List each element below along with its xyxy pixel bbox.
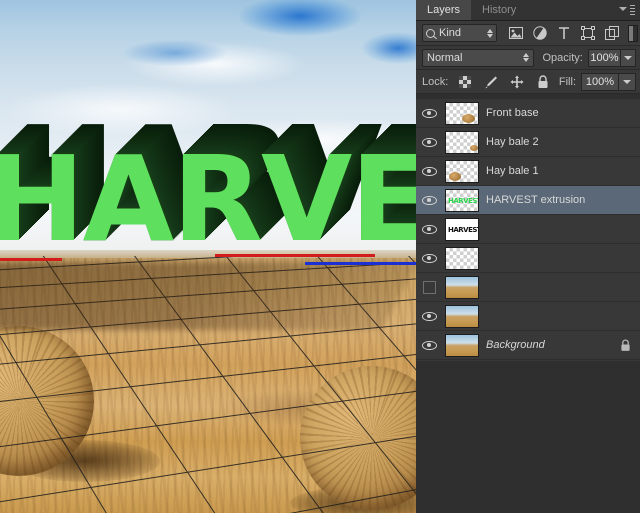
layer-visibility-toggle[interactable] (416, 244, 442, 273)
tab-history-label: History (482, 4, 517, 16)
eye-icon (421, 108, 437, 118)
layer-locked-icon (620, 339, 631, 352)
eye-icon (421, 166, 437, 176)
blue-guide-line (305, 262, 416, 265)
lock-options-row[interactable]: Lock: Fill: 100% (416, 70, 640, 94)
layer-list[interactable]: Front base Hay bale 2 Hay bale 1 HARVEST… (416, 99, 640, 361)
pixel-layer-filter-icon[interactable] (509, 26, 524, 41)
opacity-input[interactable]: 100% (587, 48, 622, 67)
blend-mode-stepper-icon (523, 53, 530, 62)
shape-layer-filter-icon[interactable] (581, 26, 596, 41)
layer-name[interactable]: Hay bale 2 (482, 136, 640, 148)
opacity-value: 100% (590, 51, 619, 64)
table-row[interactable]: Background (416, 331, 640, 360)
photoshop-window: HARVEST HARVEST Layers History Kind (0, 0, 640, 513)
lock-position-icon[interactable] (509, 74, 524, 89)
table-row[interactable]: HARVEST (416, 215, 640, 244)
layers-panel[interactable]: Layers History Kind Normal Opacity: 100%… (416, 0, 640, 513)
thumbnail-text: HARVEST (448, 225, 479, 234)
layer-thumbnail[interactable]: HARVEST (442, 188, 482, 212)
eye-icon (421, 224, 437, 234)
layer-visibility-toggle[interactable] (416, 186, 442, 215)
layer-thumbnail[interactable] (442, 304, 482, 328)
layer-visibility-toggle[interactable] (416, 273, 442, 302)
opacity-label: Opacity: (542, 51, 583, 64)
layer-name[interactable]: Background (482, 339, 620, 351)
table-row[interactable] (416, 302, 640, 331)
hamburger-icon (630, 4, 635, 17)
panel-tab-bar[interactable]: Layers History (416, 0, 640, 21)
chevron-down-icon (624, 55, 633, 60)
tab-layers-label: Layers (427, 4, 461, 16)
eye-icon (421, 137, 437, 147)
layer-thumbnail[interactable] (442, 159, 482, 183)
eye-off-icon (422, 280, 436, 294)
layer-visibility-toggle[interactable] (416, 302, 442, 331)
filter-kind-label: Kind (439, 27, 462, 39)
table-row[interactable]: Hay bale 1 (416, 157, 640, 186)
eye-icon (421, 311, 437, 321)
layer-filter-row[interactable]: Kind (416, 21, 640, 46)
blend-mode-select[interactable]: Normal (422, 48, 535, 67)
filter-enable-toggle[interactable] (627, 24, 638, 42)
layer-thumbnail[interactable] (442, 333, 482, 357)
tab-layers[interactable]: Layers (416, 0, 472, 20)
layer-thumbnail[interactable]: HARVEST (442, 217, 482, 241)
tab-history[interactable]: History (471, 0, 527, 20)
type-layer-filter-icon[interactable] (557, 26, 572, 41)
layer-thumbnail[interactable] (442, 130, 482, 154)
table-row[interactable]: HARVEST HARVEST extrusion (416, 186, 640, 215)
blend-mode-value: Normal (427, 51, 463, 64)
opacity-dropdown-button[interactable] (621, 48, 636, 67)
lock-transparent-pixels-icon[interactable] (457, 74, 472, 89)
layer-visibility-toggle[interactable] (416, 99, 442, 128)
layers-panel-footer (416, 361, 640, 513)
layer-thumbnail[interactable] (442, 101, 482, 125)
eye-icon (421, 340, 437, 350)
fill-dropdown-button[interactable] (619, 72, 636, 91)
table-row[interactable]: Front base (416, 99, 640, 128)
red-guide-line-2 (215, 254, 375, 257)
lock-all-icon[interactable] (535, 74, 550, 89)
document-canvas[interactable]: HARVEST HARVEST (0, 0, 416, 513)
layer-name[interactable]: Front base (482, 107, 640, 119)
chevron-down-icon (623, 79, 631, 84)
blend-options-row[interactable]: Normal Opacity: 100% (416, 46, 640, 70)
filter-kind-select[interactable]: Kind (422, 24, 497, 42)
fill-value: 100% (585, 75, 615, 88)
chevron-down-icon (619, 7, 627, 11)
search-icon (426, 28, 435, 38)
lock-label: Lock: (422, 75, 449, 88)
harvest-text-face: HARVEST (0, 130, 416, 268)
layer-thumbnail[interactable] (442, 246, 482, 270)
red-guide-line (0, 258, 62, 261)
layer-visibility-toggle[interactable] (416, 157, 442, 186)
table-row[interactable] (416, 273, 640, 302)
fill-input[interactable]: 100% (581, 72, 619, 91)
layer-name[interactable]: Hay bale 1 (482, 165, 640, 177)
lock-image-pixels-icon[interactable] (483, 74, 498, 89)
fill-label: Fill: (558, 75, 576, 88)
smart-object-filter-icon[interactable] (605, 26, 620, 41)
table-row[interactable]: Hay bale 2 (416, 128, 640, 157)
adjustment-layer-filter-icon[interactable] (533, 26, 548, 41)
layer-thumbnail[interactable] (442, 275, 482, 299)
eye-icon (421, 253, 437, 263)
panel-menu-icon[interactable] (619, 4, 635, 17)
layer-visibility-toggle[interactable] (416, 128, 442, 157)
table-row[interactable] (416, 244, 640, 273)
layer-visibility-toggle[interactable] (416, 331, 442, 360)
filter-kind-stepper-icon (486, 28, 493, 38)
layer-visibility-toggle[interactable] (416, 215, 442, 244)
3d-bounding-box-icon (446, 189, 478, 211)
layer-name[interactable]: HARVEST extrusion (482, 194, 640, 206)
eye-icon (421, 195, 437, 205)
